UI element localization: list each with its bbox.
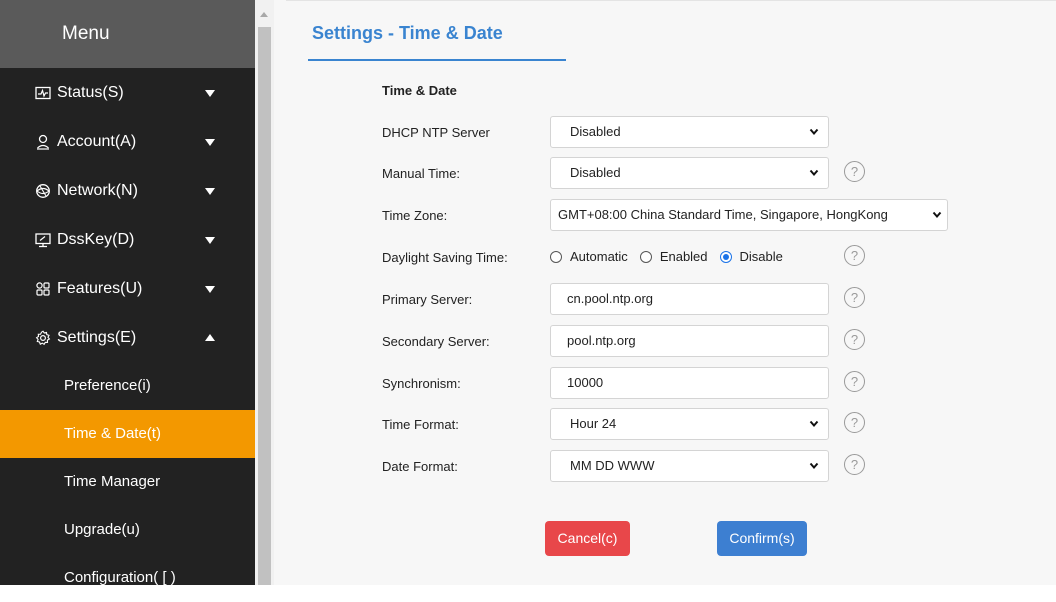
sidebar-item-label: Account(A) [57,132,137,150]
help-icon[interactable]: ? [844,245,865,266]
help-icon[interactable]: ? [844,454,865,475]
help-icon[interactable]: ? [844,287,865,308]
radio-circle[interactable] [550,250,562,263]
secondary-server-label: Secondary Server: [382,334,490,349]
manual-time-value: Disabled [570,165,621,180]
cancel-button[interactable]: Cancel(c) [545,521,630,556]
main-content: Settings - Time & Date Time & Date DHCP … [286,0,1056,585]
chevron-down-icon [809,169,819,177]
status-icon [34,84,51,101]
dst-radio-enabled[interactable]: Enabled [639,249,708,264]
dhcp-ntp-value: Disabled [570,124,621,139]
chevron-down-icon [809,128,819,136]
secondary-server-input[interactable]: pool.ntp.org [550,325,829,357]
page-title: Settings - Time & Date [312,23,503,43]
sidebar-subitem-configuration[interactable]: Configuration( [ ) [0,554,255,602]
primary-server-label: Primary Server: [382,292,473,307]
radio-circle-selected[interactable] [719,250,732,263]
synchronism-label: Synchronism: [382,376,461,391]
date-format-select[interactable]: MM DD WWW [550,450,829,482]
dst-radio-disable[interactable]: Disable [719,249,783,264]
sidebar-subitem-preference[interactable]: Preference(i) [0,362,255,410]
date-format-label: Date Format: [382,459,458,474]
chevron-down-icon [205,236,215,244]
dhcp-ntp-select[interactable]: Disabled [550,116,829,148]
chevron-down-icon [809,420,819,428]
sidebar-item-account[interactable]: Account(A) [0,117,255,166]
form-row-time-format: Time Format: Hour 24 ? [286,408,1056,442]
gear-icon [34,329,51,346]
scrollbar-thumb[interactable] [258,27,271,585]
chevron-down-icon [932,211,942,219]
form-row-manual-time: Manual Time: Disabled ? [286,157,1056,191]
sidebar: Menu Status(S) Account(A) Network(N) Dss… [0,0,255,586]
page-title-underline [308,59,566,61]
sidebar-item-network[interactable]: Network(N) [0,166,255,215]
form-row-primary-server: Primary Server: cn.pool.ntp.org ? [286,283,1056,317]
dst-option-label: Automatic [570,249,628,264]
dst-radio-group: Automatic Enabled Disable [550,249,795,264]
help-icon[interactable]: ? [844,161,865,182]
radio-circle[interactable] [639,250,652,263]
form-row-time-zone: Time Zone: GMT+08:00 China Standard Time… [286,199,1056,233]
manual-time-label: Manual Time: [382,166,461,181]
confirm-button[interactable]: Confirm(s) [717,521,807,556]
sidebar-item-label: Features(U) [57,279,143,297]
help-icon[interactable]: ? [844,371,865,392]
account-icon [34,133,51,150]
synchronism-input[interactable]: 10000 [550,367,829,399]
dst-radio-automatic[interactable]: Automatic [550,249,628,264]
sidebar-item-label: Settings(E) [57,328,137,346]
time-format-select[interactable]: Hour 24 [550,408,829,440]
sidebar-item-label: DssKey(D) [57,230,135,248]
chevron-up-icon [205,333,215,341]
dst-option-label: Enabled [659,249,708,264]
sidebar-item-label: Status(S) [57,83,124,101]
scroll-up-arrow-icon[interactable] [260,12,268,17]
form-row-dst: Daylight Saving Time: Automatic Enabled … [286,241,1056,275]
chevron-down-icon [205,187,215,195]
dhcp-ntp-label: DHCP NTP Server [382,125,490,140]
chevron-down-icon [205,285,215,293]
dsskey-icon [34,231,51,248]
chevron-down-icon [205,138,215,146]
time-format-value: Hour 24 [570,416,617,431]
menu-header: Menu [0,0,255,68]
section-title: Time & Date [382,83,457,98]
time-zone-label: Time Zone: [382,208,448,223]
help-icon[interactable]: ? [844,329,865,350]
sidebar-item-label: Network(N) [57,181,138,199]
sidebar-subitem-upgrade[interactable]: Upgrade(u) [0,506,255,554]
sidebar-item-settings[interactable]: Settings(E) [0,313,255,362]
form-row-date-format: Date Format: MM DD WWW ? [286,450,1056,484]
network-icon [34,182,51,199]
form-row-synchronism: Synchronism: 10000 ? [286,367,1056,401]
time-zone-value: GMT+08:00 China Standard Time, Singapore… [558,207,888,222]
features-icon [34,280,51,297]
form-row-dhcp-ntp: DHCP NTP Server Disabled [286,116,1056,150]
sidebar-subitem-time-date[interactable]: Time & Date(t) [0,410,255,458]
dst-label: Daylight Saving Time: [382,250,508,265]
date-format-value: MM DD WWW [570,458,655,473]
sidebar-scrollbar[interactable] [255,0,274,585]
sidebar-item-features[interactable]: Features(U) [0,264,255,313]
sidebar-item-dsskey[interactable]: DssKey(D) [0,215,255,264]
content-gutter [274,0,286,585]
time-zone-select[interactable]: GMT+08:00 China Standard Time, Singapore… [550,199,948,231]
time-format-label: Time Format: [382,417,459,432]
dst-option-label: Disable [739,249,783,264]
sidebar-item-status[interactable]: Status(S) [0,68,255,117]
form-row-secondary-server: Secondary Server: pool.ntp.org ? [286,325,1056,359]
chevron-down-icon [809,462,819,470]
help-icon[interactable]: ? [844,412,865,433]
chevron-down-icon [205,89,215,97]
sidebar-subitem-time-manager[interactable]: Time Manager [0,458,255,506]
manual-time-select[interactable]: Disabled [550,157,829,189]
primary-server-input[interactable]: cn.pool.ntp.org [550,283,829,315]
